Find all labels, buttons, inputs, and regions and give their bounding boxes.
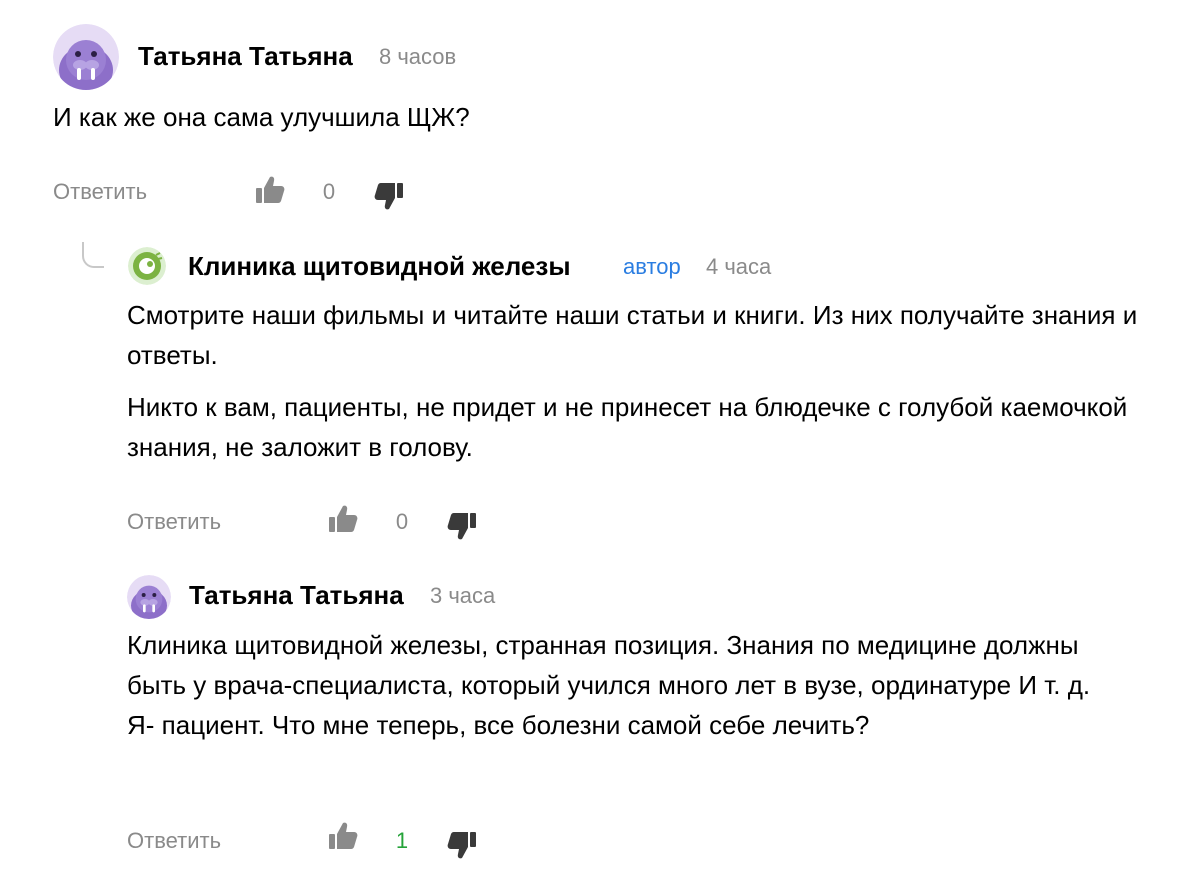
author-badge: автор [623, 254, 681, 279]
user-avatar[interactable] [127, 575, 171, 619]
dislike-button[interactable] [446, 510, 478, 542]
like-count: 0 [322, 179, 336, 204]
reply-button[interactable]: Ответить [53, 176, 147, 208]
thumbs-down-icon [374, 183, 403, 210]
walrus-avatar-icon [53, 24, 119, 90]
reply-button[interactable]: Ответить [127, 506, 221, 538]
like-count: 1 [395, 828, 409, 853]
comment-paragraph: И как же она сама улучшила ЩЖ? [53, 102, 470, 132]
reply-button[interactable]: Ответить [127, 825, 221, 857]
thumbs-up-icon [256, 176, 285, 203]
thumbs-up-icon [329, 505, 358, 532]
thumbs-down-icon [447, 832, 476, 859]
comment-author[interactable]: Татьяна Татьяна [138, 40, 353, 72]
comment-time: 3 часа [430, 583, 496, 608]
like-button[interactable] [327, 820, 359, 852]
comment-body: Клиника щитовидной железы, странная пози… [127, 625, 1117, 745]
like-count: 0 [395, 509, 409, 534]
like-button[interactable] [254, 174, 286, 206]
thumbs-down-icon [447, 513, 476, 540]
dislike-button[interactable] [373, 180, 405, 212]
comment-author[interactable]: Татьяна Татьяна [189, 579, 404, 611]
dislike-button[interactable] [446, 829, 478, 861]
walrus-avatar-icon [127, 575, 171, 619]
thread-connector [82, 242, 104, 268]
clinic-avatar[interactable] [128, 247, 166, 285]
like-button[interactable] [327, 503, 359, 535]
comment-paragraph: Никто к вам, пациенты, не придет и не пр… [127, 392, 1128, 462]
comment-body: Смотрите наши фильмы и читайте наши стат… [127, 295, 1157, 467]
comment-body: И как же она сама улучшила ЩЖ? [53, 97, 1143, 137]
comment-1: Татьяна Татьяна 8 часов И как же она сам… [0, 0, 1200, 230]
thumbs-up-icon [329, 822, 358, 849]
comment-paragraph: Клиника щитовидной железы, странная пози… [127, 630, 1091, 740]
user-avatar[interactable] [53, 24, 119, 90]
comment-time: 8 часов [379, 44, 457, 69]
comment-time: 4 часа [706, 254, 772, 279]
comment-paragraph: Смотрите наши фильмы и читайте наши стат… [127, 300, 1138, 370]
comment-author[interactable]: Клиника щитовидной железы [188, 250, 571, 282]
clinic-logo-icon [128, 247, 166, 285]
